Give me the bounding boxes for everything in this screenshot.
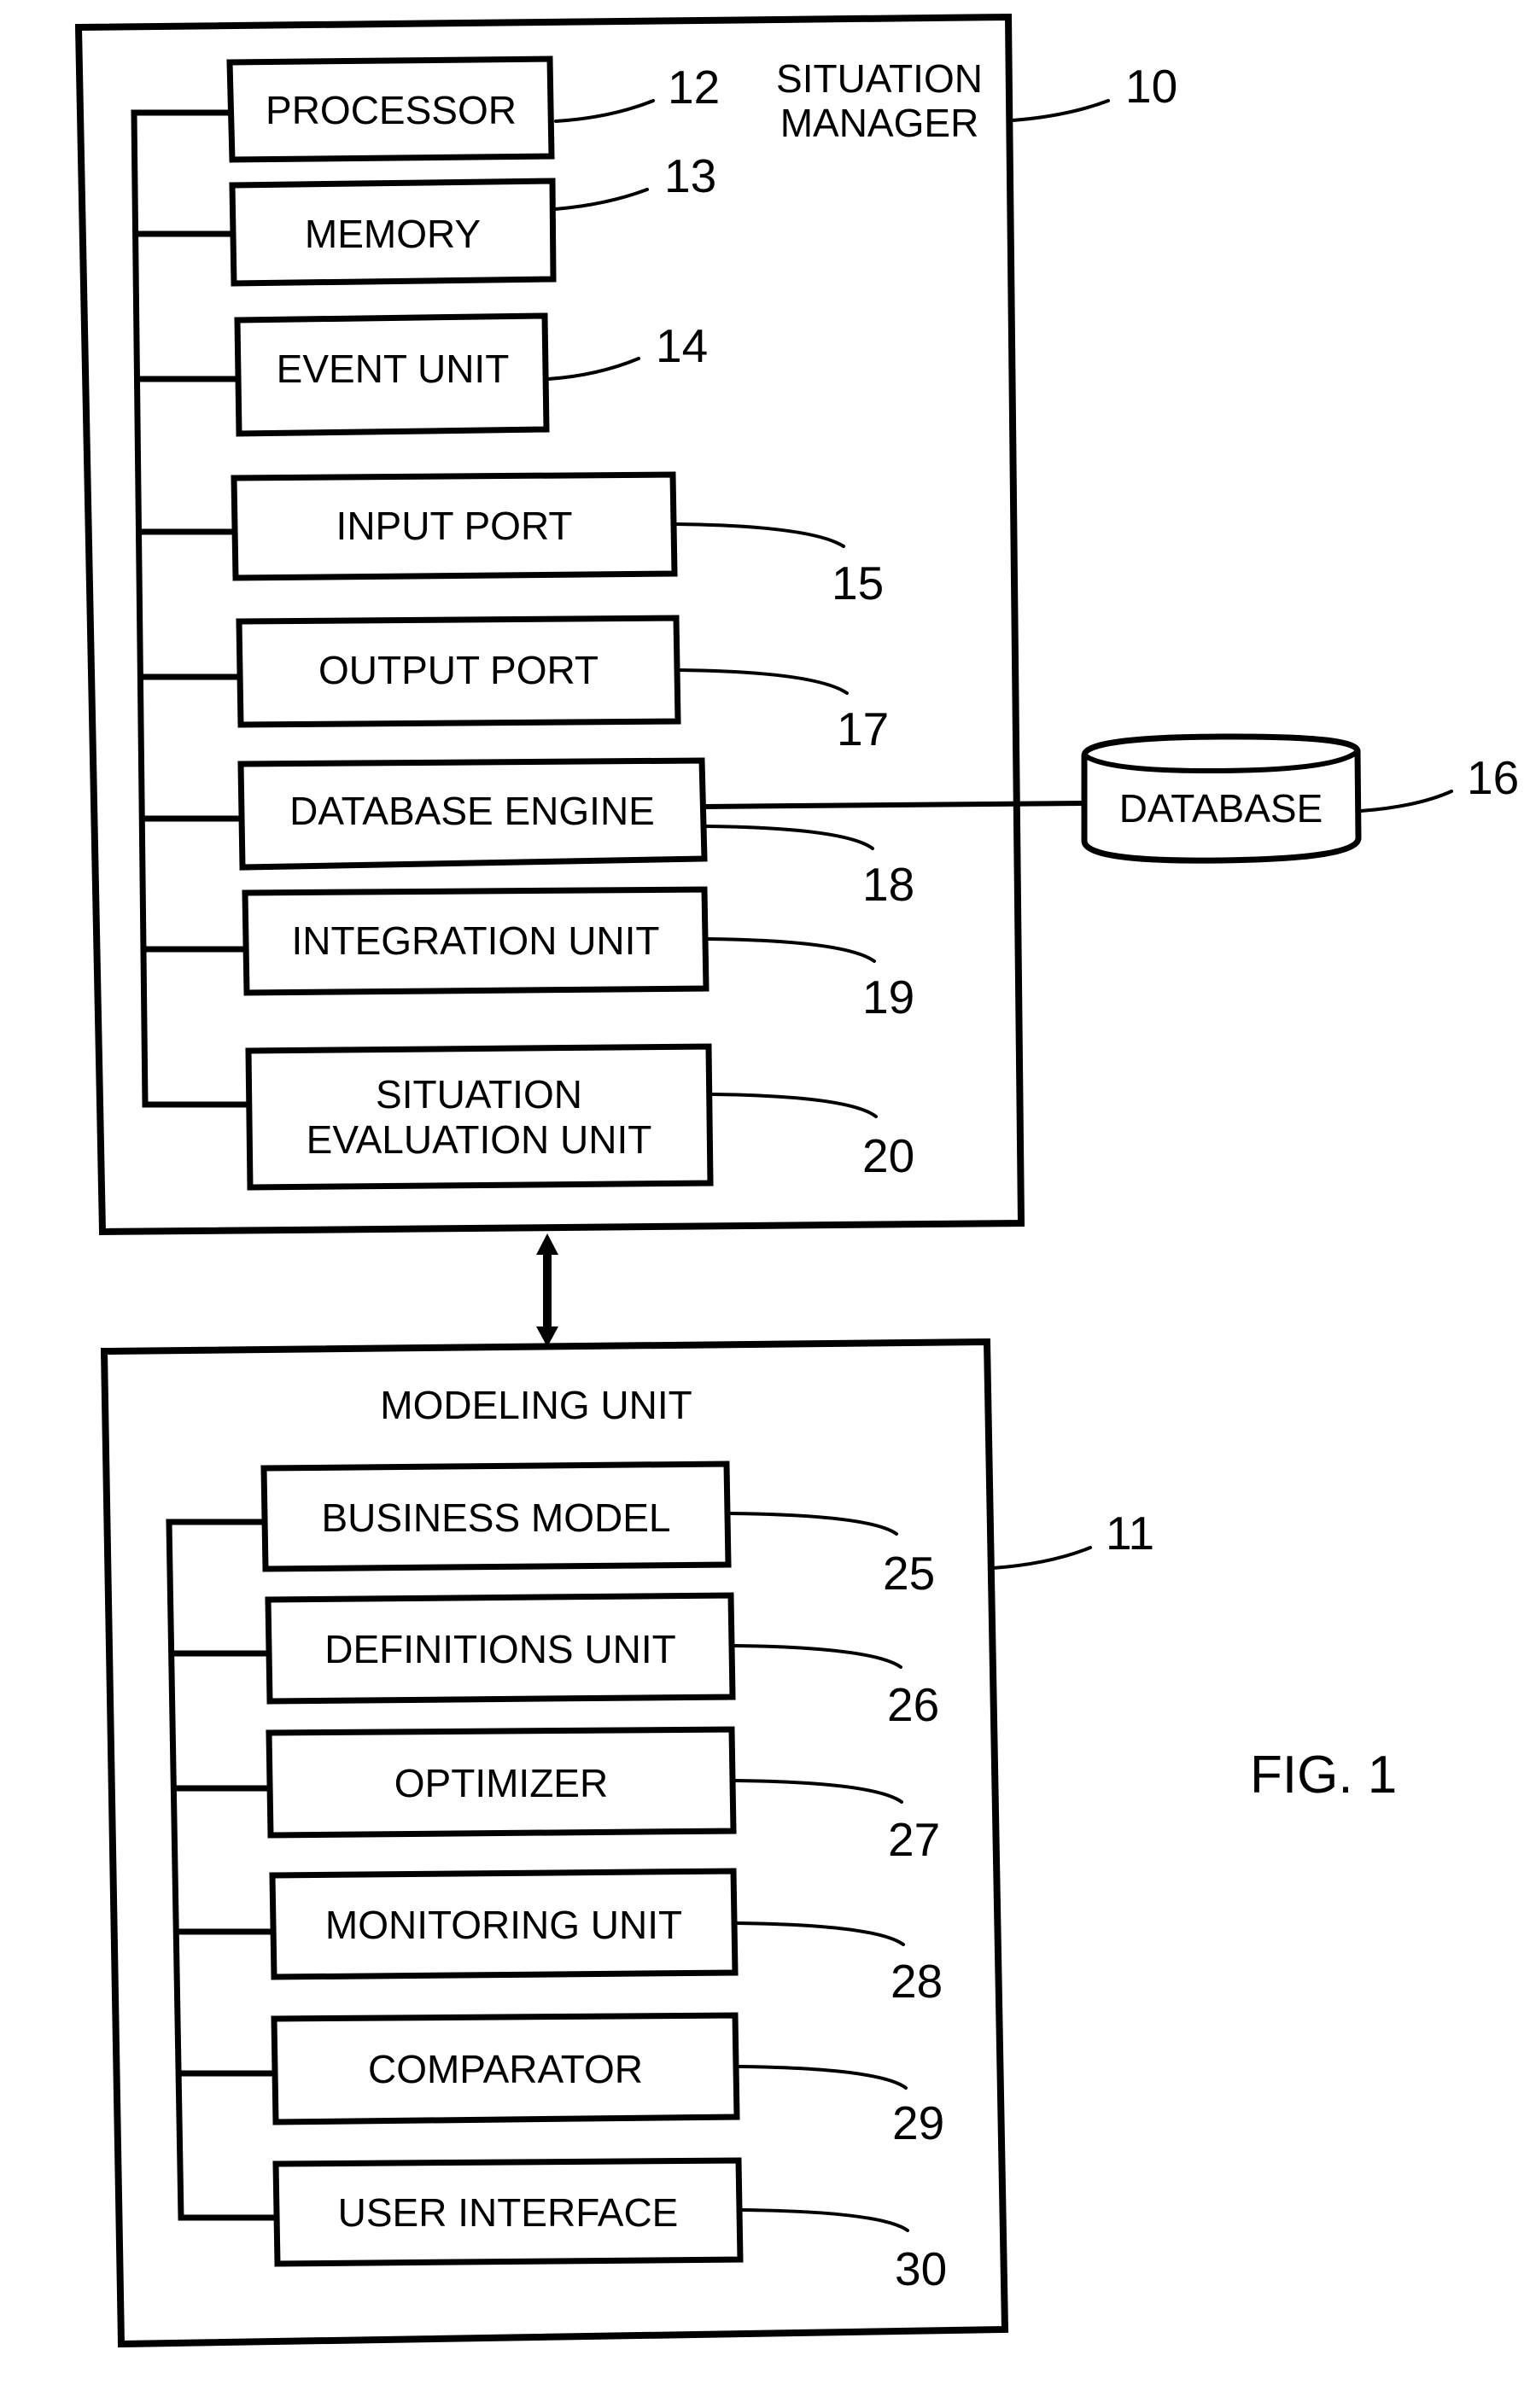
component-definitions-unit: DEFINITIONS UNIT 26: [265, 1592, 939, 1731]
ref-label-15: 15: [832, 557, 884, 609]
event-unit-label: EVENT UNIT: [277, 347, 510, 391]
situation-evaluation-unit-label-line2: EVALUATION UNIT: [307, 1117, 652, 1162]
figure-label: FIG. 1: [1250, 1746, 1397, 1805]
ref-label-25: 25: [883, 1547, 935, 1600]
component-monitoring-unit: MONITORING UNIT 28: [269, 1868, 943, 2008]
component-situation-evaluation-unit: SITUATION EVALUATION UNIT 20: [245, 1043, 914, 1191]
component-event-unit: EVENT UNIT 14: [234, 312, 708, 437]
ref-leader-20: [711, 1093, 878, 1118]
arrow-head-up: [536, 1233, 558, 1255]
ref-label-12: 12: [668, 61, 720, 114]
ref-label-10: 10: [1125, 60, 1177, 113]
modeling-unit-bus: [166, 1519, 276, 2221]
ref-leader-17: [678, 668, 849, 695]
ref-leader-25: [729, 1512, 898, 1536]
comparator-label: COMPARATOR: [368, 2047, 643, 2091]
ref-leader-14: [546, 357, 640, 381]
situation-manager-title-line1: SITUATION: [776, 56, 983, 101]
input-port-label: INPUT PORT: [336, 504, 573, 548]
patent-figure: SITUATION MANAGER 10 PROCESSOR 12 MEMORY…: [74, 13, 1519, 2348]
component-optimizer: OPTIMIZER 27: [266, 1726, 940, 1866]
component-business-model: BUSINESS MODEL 25: [260, 1461, 935, 1600]
business-model-label: BUSINESS MODEL: [322, 1496, 671, 1540]
bidirectional-arrow: [536, 1233, 558, 1347]
ref-leader-27: [734, 1779, 903, 1804]
ref-label-19: 19: [862, 971, 914, 1023]
memory-label: MEMORY: [305, 212, 481, 256]
component-output-port: OUTPUT PORT 17: [236, 615, 889, 755]
ref-leader-28: [736, 1921, 905, 1946]
ref-label-29: 29: [892, 2096, 944, 2149]
ref-leader-16: [1359, 790, 1453, 813]
ref-leader-10: [1011, 99, 1110, 122]
ref-label-27: 27: [888, 1813, 940, 1866]
ref-label-13: 13: [664, 149, 716, 202]
definitions-unit-label: DEFINITIONS UNIT: [324, 1627, 675, 1671]
database-cylinder: DATABASE: [1081, 733, 1362, 864]
monitoring-unit-label: MONITORING UNIT: [325, 1903, 682, 1947]
component-user-interface: USER INTERFACE 30: [272, 2157, 947, 2295]
component-memory: MEMORY 13: [229, 149, 716, 287]
ref-leader-11: [991, 1546, 1092, 1570]
output-port-label: OUTPUT PORT: [318, 648, 599, 692]
ref-label-18: 18: [862, 858, 914, 911]
component-processor: PROCESSOR 12: [226, 55, 720, 163]
component-comparator: COMPARATOR 29: [271, 2012, 944, 2149]
situation-evaluation-unit-label-line1: SITUATION: [376, 1072, 582, 1117]
ref-label-11: 11: [1106, 1507, 1154, 1560]
ref-label-20: 20: [862, 1129, 914, 1182]
ref-label-17: 17: [837, 703, 889, 755]
ref-label-26: 26: [887, 1678, 939, 1731]
processor-label: PROCESSOR: [266, 88, 517, 132]
ref-label-16: 16: [1467, 751, 1519, 804]
ref-leader-19: [707, 937, 876, 963]
ref-leader-29: [738, 2065, 908, 2090]
ref-label-14: 14: [656, 319, 708, 372]
ref-label-28: 28: [891, 1955, 943, 2008]
situation-manager-title-line2: MANAGER: [780, 101, 979, 145]
ref-leader-30: [741, 2208, 909, 2232]
ref-leader-15: [674, 522, 845, 548]
ref-leader-12: [554, 99, 655, 123]
database-connection-line: [704, 801, 1084, 809]
component-integration-unit: INTEGRATION UNIT 19: [242, 886, 914, 1023]
component-input-port: INPUT PORT 15: [231, 471, 884, 609]
modeling-unit-title: MODELING UNIT: [380, 1383, 692, 1427]
ref-leader-13: [553, 188, 649, 211]
optimizer-label: OPTIMIZER: [394, 1761, 608, 1805]
ref-leader-26: [733, 1644, 902, 1669]
integration-unit-label: INTEGRATION UNIT: [291, 918, 659, 963]
user-interface-label: USER INTERFACE: [338, 2190, 679, 2235]
database-engine-label: DATABASE ENGINE: [289, 789, 655, 833]
ref-leader-18: [705, 825, 874, 850]
database-label: DATABASE: [1119, 786, 1323, 831]
ref-label-30: 30: [895, 2242, 947, 2295]
